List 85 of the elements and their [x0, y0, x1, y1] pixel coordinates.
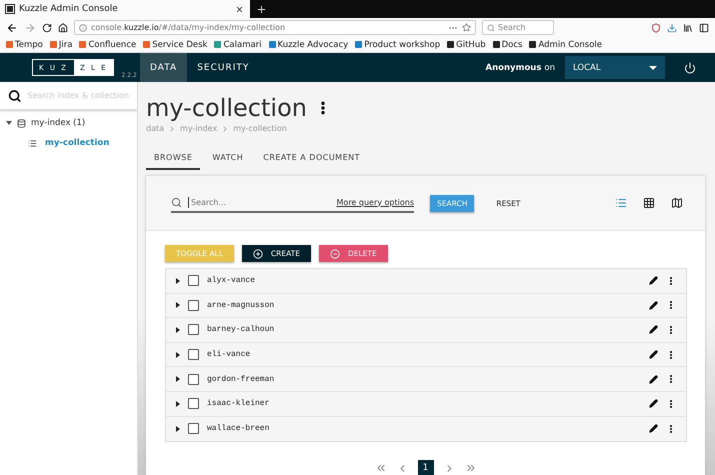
page-title: my-collection [146, 94, 307, 122]
caret-icon [649, 66, 657, 70]
tab-favicon-icon [6, 5, 14, 13]
page-button[interactable]: 1 [418, 460, 434, 475]
expand-icon[interactable] [176, 376, 180, 382]
plus-icon [252, 248, 263, 258]
bookmark[interactable]: Jira [50, 40, 72, 50]
expand-icon[interactable] [176, 278, 180, 284]
checkbox[interactable] [188, 349, 199, 360]
edit-icon[interactable] [649, 325, 658, 334]
nav-tab[interactable]: SECURITY [187, 53, 260, 82]
expand-icon[interactable] [176, 426, 180, 432]
map-view-icon[interactable] [671, 197, 683, 209]
grid-view-icon[interactable] [643, 197, 655, 209]
document-id: barney-calhoun [207, 325, 276, 334]
star-icon[interactable] [462, 23, 471, 32]
tree-item[interactable]: my-index (1) [0, 110, 137, 128]
query-field[interactable]: Search... [188, 196, 331, 208]
edit-icon[interactable] [649, 350, 658, 360]
bookmark[interactable]: Kuzzle Advocacy [268, 40, 348, 50]
document-id: alyx-vance [207, 276, 256, 286]
back-icon[interactable] [6, 22, 18, 34]
shield-icon[interactable] [651, 22, 661, 32]
database-icon [17, 118, 26, 128]
search-icon [487, 24, 495, 32]
bookmark[interactable]: Docs [492, 40, 522, 50]
expand-icon[interactable] [6, 121, 12, 125]
browser-tab[interactable]: Kuzzle Admin Console [0, 0, 250, 18]
checkbox[interactable] [188, 398, 199, 410]
browser-search-field[interactable]: Search [482, 20, 554, 35]
more-query-options-link[interactable]: More query options [336, 198, 414, 206]
tree-item[interactable]: my-collection [0, 128, 137, 148]
edit-icon[interactable] [649, 374, 658, 384]
sidebar-icon[interactable] [699, 22, 709, 32]
expand-icon[interactable] [176, 326, 180, 333]
library-icon[interactable] [683, 22, 693, 32]
search-icon [171, 196, 182, 208]
reload-icon[interactable] [42, 22, 52, 32]
document-id: wallace-breen [207, 424, 270, 434]
bookmark[interactable]: Calamari [214, 40, 262, 50]
minus-icon [330, 248, 340, 258]
tab[interactable]: WATCH [204, 149, 252, 170]
tab[interactable]: BROWSE [146, 149, 200, 170]
expand-icon[interactable] [176, 352, 180, 358]
document-row[interactable]: gordon-freeman [166, 367, 686, 392]
bookmark[interactable]: Confluence [79, 40, 136, 50]
document-row[interactable]: eli-vance [166, 342, 686, 368]
search-icon [8, 88, 22, 102]
address-bar[interactable]: console.kuzzle.io/#/data/my-index/my-collection [74, 20, 476, 35]
edit-icon[interactable] [649, 424, 658, 434]
expand-icon[interactable] [176, 400, 180, 407]
power-icon[interactable] [684, 62, 696, 74]
checkbox[interactable] [188, 300, 199, 311]
document-id: isaac-kleiner [207, 399, 270, 408]
bookmark[interactable]: Service Desk [143, 40, 208, 50]
document-row[interactable]: alyx-vance [166, 269, 686, 294]
environment-select[interactable]: LOCAL [565, 56, 665, 79]
edit-icon[interactable] [649, 300, 658, 310]
bookmark[interactable]: Tempo [6, 40, 43, 50]
document-id: eli-vance [207, 350, 252, 360]
document-id: arne-magnusson [207, 300, 276, 310]
home-icon[interactable] [58, 22, 68, 32]
nav-tab[interactable]: DATA [140, 53, 188, 82]
document-row[interactable]: arne-magnusson [166, 294, 686, 318]
download-icon[interactable] [667, 22, 677, 32]
expand-icon[interactable] [176, 302, 180, 308]
close-icon[interactable] [235, 4, 244, 14]
checkbox[interactable] [188, 324, 199, 336]
new-tab-icon[interactable] [256, 4, 267, 14]
user-label: Anonymous on [486, 62, 555, 74]
document-id: gordon-freeman [207, 374, 276, 384]
tab[interactable]: CREATE A DOCUMENT [255, 149, 368, 170]
edit-icon[interactable] [649, 399, 658, 408]
checkbox[interactable] [188, 423, 199, 434]
edit-icon[interactable] [649, 276, 658, 286]
checkbox[interactable] [188, 275, 199, 286]
document-row[interactable]: barney-calhoun [166, 318, 686, 343]
document-row[interactable]: isaac-kleiner [166, 392, 686, 417]
document-row[interactable]: wallace-breen [166, 416, 686, 442]
bookmark[interactable]: GitHub [447, 40, 486, 50]
checkbox[interactable] [188, 374, 199, 385]
list-icon [28, 138, 37, 148]
info-icon [79, 24, 87, 32]
bookmark[interactable]: Admin Console [529, 40, 602, 50]
bookmark[interactable]: Product workshop [355, 40, 440, 50]
